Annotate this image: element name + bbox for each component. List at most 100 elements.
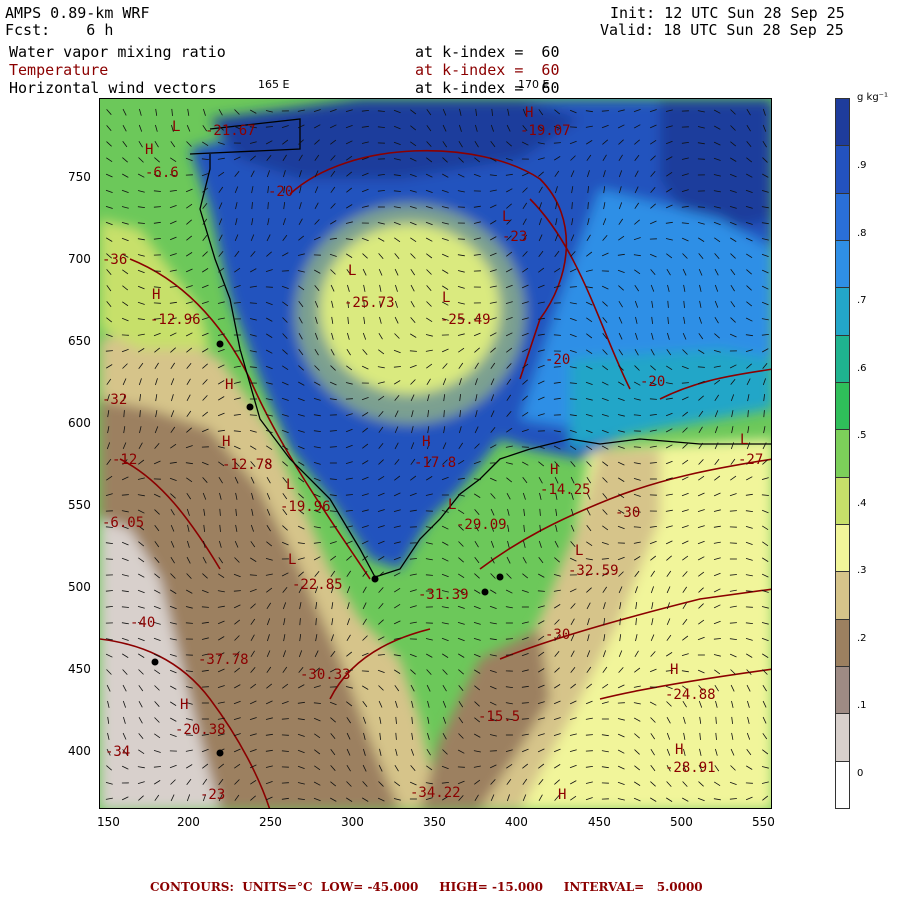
pressure-center-label: H [222,434,230,450]
pressure-center-label: H [670,662,678,678]
contour-value-label: -6.6 [145,165,179,181]
pressure-center-label: L [575,543,583,559]
contour-value-label: -25.49 [440,312,491,328]
x-tick: 150 [97,815,120,829]
contour-value-label: -40 [130,615,155,631]
pressure-center-label: L [172,119,180,135]
colorbar-swatch [835,240,850,289]
colorbar-label: .7 [857,295,867,306]
contour-info-footer: CONTOURS: UNITS=°C LOW= -45.000 HIGH= -1… [150,880,703,894]
contour-value-label: -34.22 [410,785,461,801]
contour-value-label: -31.39 [418,587,469,603]
contour-value-label: -23 [502,229,527,245]
pressure-center-label: L [740,432,748,448]
colorbar-swatch [835,287,850,336]
colorbar-swatch [835,571,850,620]
pressure-center-label: H [145,142,153,158]
model-title: AMPS 0.89-km WRF [5,4,150,22]
longitude-label-170e: 170 E [518,78,550,91]
colorbar-label: .6 [857,362,867,374]
field-water-vapor: Water vapor mixing ratio [9,43,226,61]
contour-value-label: -21.67 [205,123,256,139]
contour-value-label: -28.91 [665,760,716,776]
contour-value-label: -24.88 [665,687,716,703]
pressure-center-label: L [448,497,456,513]
contour-value-label: -30 [545,627,570,643]
pressure-center-label: H [225,377,233,393]
colorbar-label: .9 [857,160,867,171]
colorbar-swatch [835,334,850,383]
contour-value-label: -30.33 [300,667,351,683]
contour-value-label: -27 [738,452,763,468]
colorbar-label: .2 [857,632,867,644]
colorbar-unit: g kg⁻¹ [857,92,888,103]
pressure-center-label: H [558,787,566,803]
contour-value-label: -20 [545,352,570,368]
map-field-svg: L -21.67 H -19.07 -20 L -23 L -25.73 L -25.49 -20 -2… [100,99,771,808]
contour-value-label: -30 [615,505,640,521]
colorbar-swatch [835,145,850,194]
init-time: Init: 12 UTC Sun 28 Sep 25 [610,4,845,22]
colorbar-swatch [835,192,850,241]
colorbar-swatch [835,98,850,147]
y-tick: 700 [68,252,91,266]
x-tick: 400 [505,815,528,829]
colorbar-swatch [835,618,850,667]
contour-value-label: -12.96 [150,312,201,328]
contour-value-label: -23 [200,787,225,803]
y-tick: 450 [68,662,91,676]
colorbar-swatch [835,429,850,478]
x-tick: 550 [752,815,775,829]
contour-value-label: -37.78 [198,652,249,668]
contour-value-label: -12 [112,452,137,468]
colorbar-label: .8 [857,227,867,239]
pressure-center-label: H [180,697,188,713]
x-tick: 450 [588,815,611,829]
y-tick: 400 [68,744,91,758]
x-tick: 500 [670,815,693,829]
contour-value-label: -20 [268,184,293,200]
contour-value-label: -32.59 [568,563,619,579]
pressure-center-label: L [286,477,294,493]
field-wind-vectors: Horizontal wind vectors [9,79,217,97]
contour-value-label: -34 [105,744,130,760]
pressure-center-label: H [422,434,430,450]
forecast-hour: Fcst: 6 h [5,21,114,39]
contour-value-label: -25.73 [344,295,395,311]
level-temperature: at k-index = 60 [415,61,560,79]
field-temperature: Temperature [9,61,109,79]
pressure-center-label: H [675,742,683,758]
pressure-center-label: H [550,462,558,478]
colorbar-swatch [835,713,850,762]
contour-value-label: -22.85 [292,577,343,593]
x-tick: 250 [259,815,282,829]
map-plot: L -21.67 H -19.07 -20 L -23 L -25.73 L -25.49 -20 -2… [99,98,772,809]
colorbar-swatch [835,382,850,431]
colorbar-swatch [835,476,850,525]
contour-value-label: -12.78 [222,457,273,473]
y-tick: 500 [68,580,91,594]
longitude-label-165e: 165 E [258,78,290,91]
valid-time: Valid: 18 UTC Sun 28 Sep 25 [600,21,844,39]
colorbar-label: .1 [857,700,867,711]
pressure-center-label: L [442,290,450,306]
level-water-vapor: at k-index = 60 [415,43,560,61]
contour-value-label: -17.8 [414,455,456,471]
contour-value-label: -15.5 [478,709,520,725]
colorbar-swatch [835,524,850,573]
contour-value-label: -19.07 [520,123,571,139]
contour-value-label: -14.25 [540,482,591,498]
colorbar-label: 0 [857,767,864,779]
contour-value-label: -6.05 [102,515,144,531]
pressure-center-label: L [288,552,296,568]
colorbar-swatch [835,666,850,715]
pressure-center-label: H [525,105,533,121]
contour-value-label: -20.38 [175,722,226,738]
contour-value-label: -36 [102,252,127,268]
y-tick: 600 [68,416,91,430]
colorbar-label: .5 [857,430,867,441]
pressure-center-label: L [348,263,356,279]
colorbar-label: .3 [857,565,867,576]
contour-value-label: -20 [640,374,665,390]
pressure-center-label: L [502,209,510,225]
